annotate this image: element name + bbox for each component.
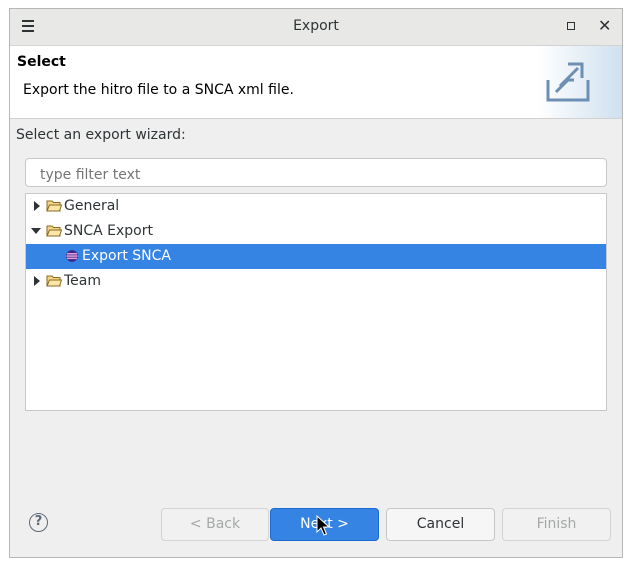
maximize-icon[interactable] bbox=[567, 22, 575, 30]
title-bar: Export ✕ bbox=[10, 9, 622, 46]
help-icon[interactable]: ? bbox=[29, 513, 48, 532]
tree-item-team[interactable]: Team bbox=[26, 269, 606, 294]
tree-item-general[interactable]: General bbox=[26, 194, 606, 219]
window-title: Export bbox=[293, 18, 339, 34]
tree-item-label: Export SNCA bbox=[82, 248, 171, 264]
expand-arrow-icon[interactable] bbox=[34, 201, 40, 211]
filter-input[interactable] bbox=[25, 158, 607, 187]
snca-icon bbox=[66, 250, 78, 262]
next-button[interactable]: Next > bbox=[270, 508, 379, 541]
tree-item-label: Team bbox=[64, 273, 102, 289]
wizard-header: Select Export the hitro file to a SNCA x… bbox=[10, 46, 622, 119]
back-button[interactable]: < Back bbox=[161, 508, 269, 541]
close-icon[interactable]: ✕ bbox=[598, 17, 611, 35]
finish-button[interactable]: Finish bbox=[502, 508, 611, 541]
folder-open-icon bbox=[46, 225, 62, 237]
collapse-arrow-icon[interactable] bbox=[31, 228, 41, 234]
tree-item-snca-export[interactable]: SNCA Export bbox=[26, 219, 606, 244]
cancel-button[interactable]: Cancel bbox=[386, 508, 495, 541]
tree-item-label: General bbox=[64, 198, 120, 214]
expand-arrow-icon[interactable] bbox=[34, 276, 40, 286]
wizard-tree[interactable]: General SNCA Export Export SNCA Team bbox=[25, 193, 607, 411]
export-banner-icon bbox=[538, 46, 622, 118]
folder-icon bbox=[46, 275, 62, 287]
tree-item-export-snca[interactable]: Export SNCA bbox=[26, 244, 606, 269]
tree-item-label: SNCA Export bbox=[64, 223, 153, 239]
export-wizard-label: Select an export wizard: bbox=[16, 127, 186, 143]
page-title: Select bbox=[17, 54, 66, 70]
page-description: Export the hitro file to a SNCA xml file… bbox=[23, 82, 294, 98]
folder-icon bbox=[46, 200, 62, 212]
